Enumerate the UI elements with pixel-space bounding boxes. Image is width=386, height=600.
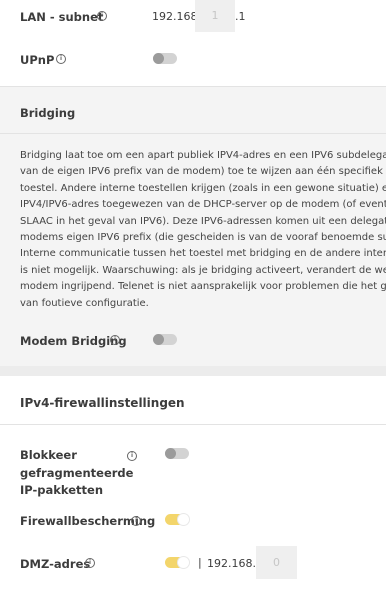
dmz-toggle[interactable] — [165, 557, 189, 568]
section-gap — [0, 366, 386, 376]
info-icon[interactable]: i — [110, 335, 120, 345]
dmz-separator: | — [198, 556, 202, 569]
upnp-toggle[interactable] — [153, 53, 177, 64]
bridging-title: Bridging — [20, 106, 76, 120]
description-line: is niet mogelijk. Waarschuwing: als je b… — [20, 264, 386, 276]
description-line: Interne communicatie tussen het toestel … — [20, 248, 386, 260]
description-line: SLAAC in het geval van IPV6). Deze IPV6-… — [20, 215, 386, 227]
modem-bridging-toggle[interactable] — [153, 334, 177, 345]
description-line: van foutieve configuratie. — [20, 297, 149, 309]
bridging-description: Bridging laat toe om een apart publiek I… — [20, 148, 386, 312]
dmz-input[interactable]: 0 — [256, 546, 297, 579]
dmz-label: DMZ-adres — [20, 557, 91, 571]
lan-subnet-label: LAN - subnet — [20, 10, 104, 24]
firewall-divider — [0, 424, 386, 425]
upnp-label: UPnP — [20, 53, 55, 67]
description-line: IPV4/IPV6-adres toegewezen van de DHCP-s… — [20, 199, 386, 211]
section-divider — [0, 86, 386, 87]
block-fragmented-label: Blokkeer gefragmenteerde IP-pakketten — [20, 448, 134, 497]
block-fragmented-toggle[interactable] — [165, 448, 189, 459]
lan-subnet-prefix: 192.168. — [152, 10, 201, 23]
bridging-divider — [0, 133, 386, 134]
lan-subnet-suffix: .1 — [235, 10, 246, 23]
description-line: modems eigen IPV6 prefix (die gescheiden… — [20, 232, 386, 244]
lan-subnet-input[interactable]: 1 — [195, 0, 235, 32]
info-icon[interactable]: i — [127, 451, 137, 461]
info-icon[interactable]: i — [85, 558, 95, 568]
firewall-protection-toggle[interactable] — [165, 514, 189, 525]
info-icon[interactable]: i — [131, 516, 141, 526]
description-line: toestel. Andere interne toestellen krijg… — [20, 182, 386, 194]
description-line: Bridging laat toe om een apart publiek I… — [20, 150, 386, 161]
description-line: modem ingrijpend. Telenet is niet aanspr… — [20, 281, 386, 293]
info-icon[interactable]: i — [97, 11, 107, 21]
info-icon[interactable]: i — [56, 54, 66, 64]
firewall-title: IPv4-firewallinstellingen — [20, 396, 185, 410]
description-line: van de eigen IPV6 prefix van de modem) t… — [20, 166, 386, 178]
